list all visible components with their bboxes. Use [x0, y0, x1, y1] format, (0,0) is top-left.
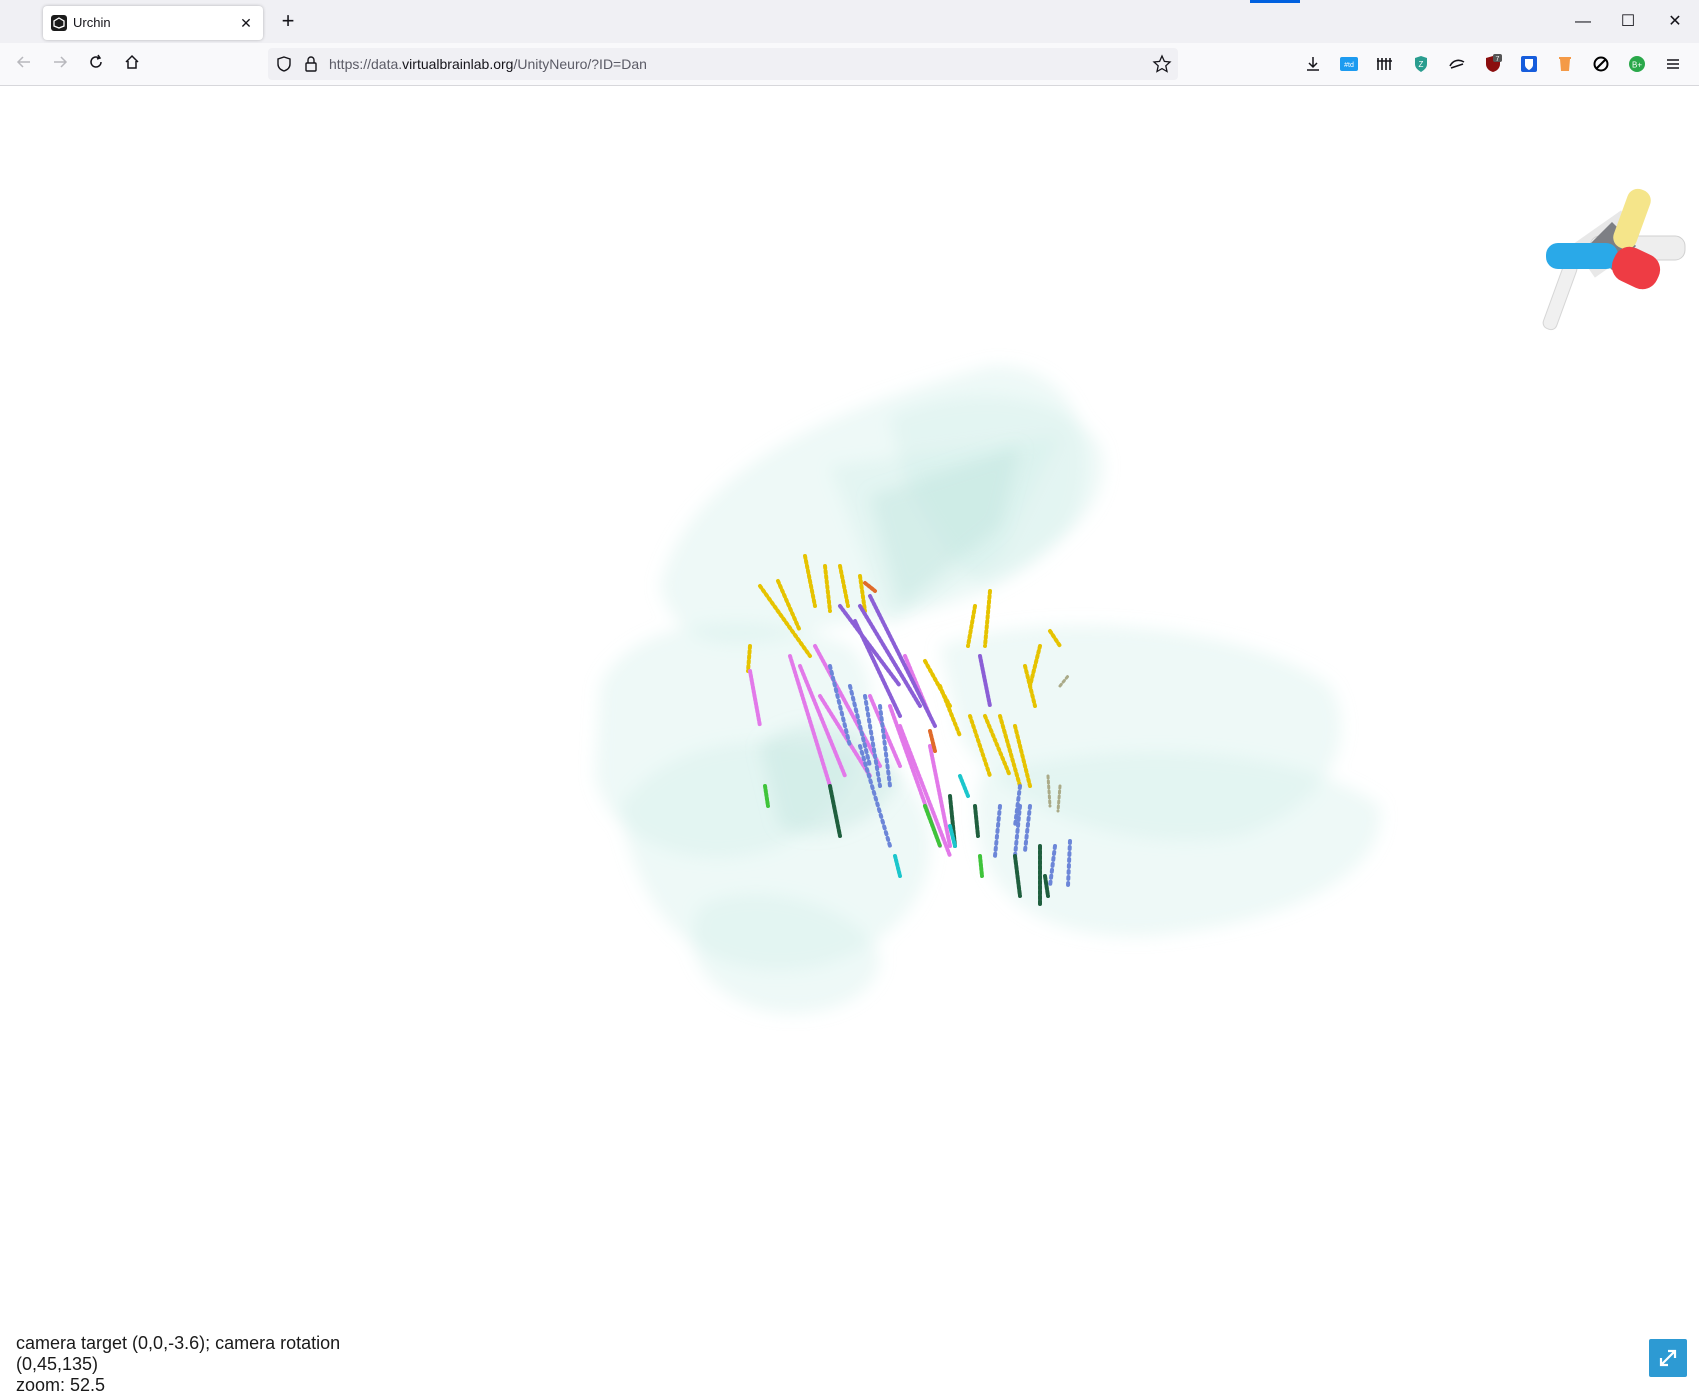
forward-button[interactable]	[45, 49, 75, 79]
url-text[interactable]: https://data.virtualbrainlab.org/UnityNe…	[329, 56, 647, 72]
tab-indicator	[1250, 0, 1300, 3]
reload-icon	[90, 54, 102, 68]
expand-icon	[1659, 1349, 1677, 1367]
downloads-icon[interactable]	[1303, 54, 1323, 74]
new-tab-button[interactable]: +	[276, 10, 300, 34]
tweetdeck-icon[interactable]: #td	[1339, 54, 1359, 74]
bookmark-star-icon[interactable]	[1152, 54, 1172, 74]
tab-strip: Urchin ✕ + — ☐ ✕	[0, 0, 1699, 43]
trash-icon[interactable]	[1555, 54, 1575, 74]
orientation-gizmo[interactable]	[1541, 186, 1686, 332]
extension-icon[interactable]	[1447, 54, 1467, 74]
url-path: /UnityNeuro/?ID=Dan	[513, 56, 647, 72]
svg-text:#td: #td	[1344, 62, 1354, 69]
tab-title: Urchin	[73, 15, 111, 30]
reload-button[interactable]	[81, 49, 111, 79]
arrow-left-icon	[16, 56, 30, 68]
unity-canvas[interactable]: camera target (0,0,-3.6); camera rotatio…	[0, 86, 1699, 1395]
camera-status-text: camera target (0,0,-3.6); camera rotatio…	[16, 1333, 356, 1396]
tab-urchin[interactable]: Urchin ✕	[43, 6, 263, 40]
navigation-toolbar: https://data.virtualbrainlab.org/UnityNe…	[0, 43, 1699, 86]
columns-icon[interactable]	[1375, 54, 1395, 74]
ublock-badge: 7	[1496, 56, 1500, 63]
minimize-button[interactable]: —	[1563, 8, 1603, 36]
ublock-origin-icon[interactable]: 7	[1483, 54, 1503, 74]
privacy-badger-icon[interactable]: Z	[1411, 54, 1431, 74]
camera-status-line: camera target (0,0,-3.6); camera rotatio…	[16, 1333, 341, 1374]
home-icon	[125, 54, 139, 69]
lock-icon[interactable]	[301, 54, 321, 74]
axis-neg-y	[1542, 261, 1578, 331]
maximize-button[interactable]: ☐	[1608, 8, 1648, 36]
fullscreen-button[interactable]	[1649, 1339, 1687, 1377]
url-prefix: https://data.	[329, 56, 403, 72]
back-button[interactable]	[9, 49, 39, 79]
arrow-right-icon	[54, 56, 68, 68]
close-tab-icon[interactable]: ✕	[235, 12, 257, 34]
address-bar[interactable]: https://data.virtualbrainlab.org/UnityNe…	[268, 48, 1178, 80]
brain-scene[interactable]	[0, 86, 1699, 1386]
unity-icon	[51, 15, 67, 31]
b-plus-icon[interactable]: B+	[1627, 54, 1647, 74]
b-plus-label: B+	[1632, 61, 1642, 70]
home-button[interactable]	[117, 49, 147, 79]
url-domain: virtualbrainlab.org	[402, 56, 514, 72]
svg-text:Z: Z	[1419, 60, 1424, 69]
blocked-icon[interactable]	[1591, 54, 1611, 74]
bitwarden-icon[interactable]	[1519, 54, 1539, 74]
close-window-button[interactable]: ✕	[1655, 8, 1695, 36]
menu-icon[interactable]	[1663, 54, 1683, 74]
axis-x	[1546, 243, 1618, 269]
shield-icon[interactable]	[274, 54, 294, 74]
